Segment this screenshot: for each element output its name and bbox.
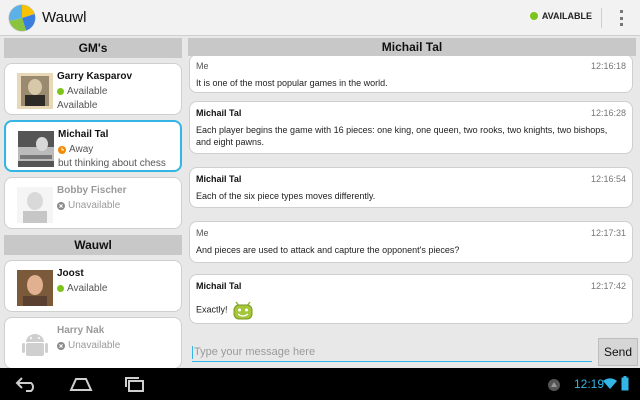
message-text: Each player begins the game with 16 piec… xyxy=(196,125,608,147)
home-icon[interactable] xyxy=(68,375,94,393)
android-robot-icon xyxy=(22,334,48,356)
avatar xyxy=(17,270,53,306)
message-input[interactable] xyxy=(194,344,590,360)
contact-joost[interactable]: Joost Available xyxy=(4,260,182,312)
conversation-pane: Michail Tal Me 12:16:18 It is one of the… xyxy=(186,36,640,368)
contact-name: Harry Nak xyxy=(57,325,105,336)
text-caret xyxy=(192,346,193,359)
overflow-menu-icon[interactable] xyxy=(618,10,624,26)
contact-name: Bobby Fischer xyxy=(57,185,127,196)
message-bubble: Michail Tal 12:17:42 Exactly! xyxy=(189,274,633,324)
message-bubble: Me 12:16:18 It is one of the most popula… xyxy=(189,56,633,93)
message-time: 12:17:42 xyxy=(590,281,626,291)
message-text-row: Exactly! xyxy=(196,300,624,320)
green-dot-icon xyxy=(529,12,538,20)
contact-name: Joost xyxy=(57,268,84,279)
notification-icon[interactable] xyxy=(546,377,562,393)
battery-icon xyxy=(621,376,629,391)
message-sender: Me xyxy=(196,61,209,71)
contact-bobby-fischer[interactable]: Bobby Fischer Unavailable xyxy=(4,177,182,229)
presence-label: AVAILABLE xyxy=(541,11,592,21)
message-text: And pieces are used to attack and captur… xyxy=(196,245,460,255)
contact-status: Available xyxy=(57,283,107,294)
message-time: 12:17:31 xyxy=(590,228,626,238)
app-logo-icon xyxy=(8,4,36,31)
message-sender: Michail Tal xyxy=(196,281,242,291)
contact-garry-kasparov[interactable]: Garry Kasparov Available Available xyxy=(4,63,182,115)
message-text: Exactly! xyxy=(196,304,228,315)
divider xyxy=(601,8,602,28)
status-text: Available xyxy=(67,283,108,294)
contact-name: Garry Kasparov xyxy=(57,71,133,82)
contact-status: Away xyxy=(58,144,93,155)
composer xyxy=(192,342,592,362)
android-smile-icon xyxy=(233,301,253,320)
contact-michail-tal[interactable]: Michail Tal Away but thinking about ches… xyxy=(4,120,182,172)
section-header-wauwl: Wauwl xyxy=(4,235,182,255)
contact-list: GM's Garry Kasparov Available Available … xyxy=(0,36,186,368)
presence-status[interactable]: AVAILABLE xyxy=(529,11,592,21)
avatar xyxy=(17,187,53,223)
clock[interactable]: 12:19 xyxy=(574,377,604,391)
status-text: Available xyxy=(67,86,108,97)
message-sender: Me xyxy=(196,228,209,238)
contact-status: Unavailable xyxy=(57,340,120,351)
message-sender: Michail Tal xyxy=(196,174,242,184)
status-message: Available xyxy=(57,100,98,111)
clock-icon xyxy=(58,145,66,154)
message-sender: Michail Tal xyxy=(196,108,242,118)
message-text: It is one of the most popular games in t… xyxy=(196,78,388,88)
contact-harry-nak[interactable]: Harry Nak Unavailable xyxy=(4,317,182,368)
message-bubble: Michail Tal 12:16:28 Each player begins … xyxy=(189,101,633,154)
x-circle-icon xyxy=(57,201,65,210)
system-nav-bar: 12:19 xyxy=(0,368,640,400)
status-text: Unavailable xyxy=(68,200,121,211)
back-icon[interactable] xyxy=(14,375,40,393)
green-dot-icon xyxy=(57,285,64,292)
conversation-title: Michail Tal xyxy=(188,38,636,56)
message-bubble: Me 12:17:31 And pieces are used to attac… xyxy=(189,221,633,263)
green-dot-icon xyxy=(57,88,64,95)
send-button[interactable]: Send xyxy=(598,338,638,366)
message-time: 12:16:18 xyxy=(590,61,626,71)
app-title: Wauwl xyxy=(42,9,87,26)
avatar xyxy=(18,131,54,167)
status-text: Away xyxy=(69,144,94,155)
message-time: 12:16:54 xyxy=(590,174,626,184)
message-bubble: Michail Tal 12:16:54 Each of the six pie… xyxy=(189,167,633,208)
status-message: but thinking about chess xyxy=(58,158,166,169)
status-text: Unavailable xyxy=(68,340,121,351)
contact-status: Unavailable xyxy=(57,200,120,211)
message-text: Each of the six piece types moves differ… xyxy=(196,191,376,201)
section-header-gms: GM's xyxy=(4,38,182,58)
action-bar: Wauwl AVAILABLE xyxy=(0,0,640,36)
message-list[interactable]: Me 12:16:18 It is one of the most popula… xyxy=(186,56,640,326)
wifi-icon xyxy=(603,378,617,389)
message-time: 12:16:28 xyxy=(590,108,626,118)
avatar xyxy=(17,73,53,109)
contact-name: Michail Tal xyxy=(58,129,109,140)
recent-apps-icon[interactable] xyxy=(122,375,148,393)
contact-status: Available xyxy=(57,86,107,97)
x-circle-icon xyxy=(57,341,65,350)
